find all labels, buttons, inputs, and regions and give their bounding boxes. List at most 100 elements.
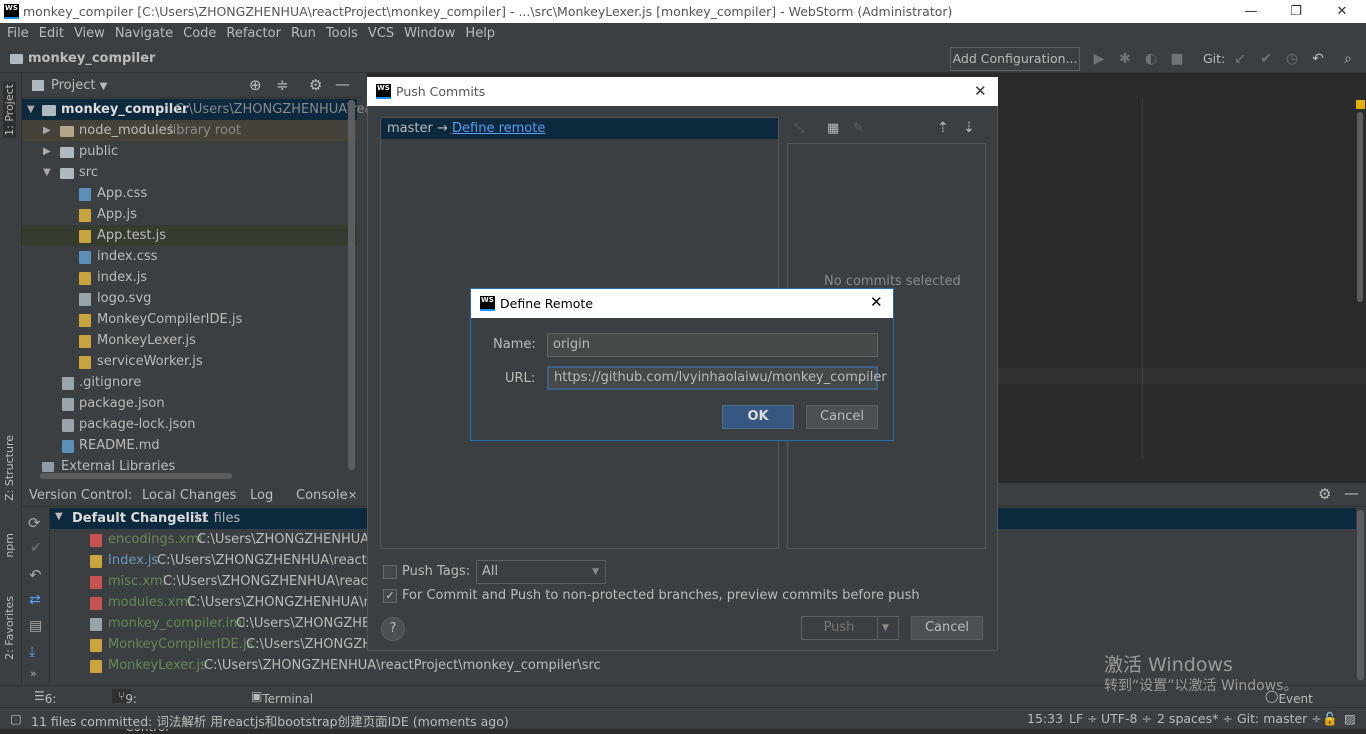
editor-area[interactable] (997, 98, 1366, 458)
tree-item[interactable]: logo.svg (22, 288, 357, 309)
menu-refactor[interactable]: Refactor (221, 23, 286, 41)
menu-navigate[interactable]: Navigate (110, 23, 178, 41)
menu-code[interactable]: Code (178, 23, 221, 41)
gear-icon[interactable]: ⚙ (309, 76, 322, 94)
debug-icon[interactable]: ✱ (1116, 50, 1134, 68)
line-separator[interactable]: LF ÷ (1069, 711, 1098, 726)
caret-position[interactable]: 15:33 (1027, 711, 1063, 726)
tree-root[interactable]: ▼ monkey_compiler C:\Users\ZHONGZHENHUA\… (22, 99, 373, 120)
menu-view[interactable]: View (69, 23, 110, 41)
project-scrollbar[interactable] (348, 100, 355, 470)
git-update-icon[interactable]: ↙ (1231, 50, 1249, 68)
more-icon[interactable]: » (30, 667, 37, 680)
refresh-icon[interactable]: ⟳ (28, 514, 41, 532)
tree-item[interactable]: package-lock.json (22, 414, 357, 435)
status-toggle-icon[interactable]: ▢ (10, 711, 22, 726)
file-encoding[interactable]: UTF-8 ÷ (1101, 711, 1152, 726)
remote-name-field[interactable]: origin (547, 333, 878, 357)
menu-edit[interactable]: Edit (34, 23, 69, 41)
search-icon[interactable]: ⌕ (1339, 50, 1357, 68)
stop-icon[interactable]: ■ (1168, 50, 1186, 68)
tree-item[interactable]: serviceWorker.js (22, 351, 357, 372)
list-item[interactable]: modules.xml C:\Users\ZHONGZHENHUA\rea (50, 592, 385, 613)
push-button[interactable]: Push ▼ (801, 616, 899, 640)
tab-version-control[interactable]: ⑂ 9: Version Control (112, 689, 169, 734)
chevron-down-icon[interactable]: ▼ (882, 617, 889, 639)
tree-item[interactable]: index.css (22, 246, 357, 267)
help-button[interactable]: ? (381, 617, 405, 641)
minimize-icon[interactable]: — (1236, 1, 1266, 22)
edit-icon[interactable]: ✎ (853, 121, 864, 136)
editor-scrollbar[interactable] (1357, 112, 1363, 302)
push-tags-select[interactable]: All ▼ (476, 560, 606, 584)
vcs-scrollbar[interactable] (1357, 510, 1364, 680)
changelist-icon[interactable]: ▤ (29, 618, 42, 634)
list-item[interactable]: MonkeyLexer.js C:\Users\ZHONGZHENHUA\reac… (50, 655, 601, 676)
tab-console[interactable]: Console (296, 488, 348, 503)
inspection-warning-icon[interactable] (1356, 100, 1365, 109)
tab-log[interactable]: Log (250, 488, 273, 503)
tree-item[interactable]: index.js (22, 267, 357, 288)
locate-icon[interactable]: ⊕ (249, 76, 262, 94)
add-configuration-button[interactable]: Add Configuration... (950, 47, 1080, 71)
shelve-icon[interactable]: ⤓ (29, 644, 35, 660)
tab-npm[interactable]: npm (3, 533, 16, 558)
menu-tools[interactable]: Tools (321, 23, 363, 41)
tree-item[interactable]: MonkeyCompilerIDE.js (22, 309, 357, 330)
tree-item[interactable]: App.test.js (22, 225, 357, 246)
indent-setting[interactable]: 2 spaces* ÷ (1157, 711, 1233, 726)
push-branch-row[interactable]: master → Define remote (381, 118, 778, 139)
tree-item[interactable]: ▶ node_modules library root (22, 120, 357, 141)
hide-icon[interactable]: — (335, 75, 350, 93)
push-tags-checkbox[interactable] (383, 565, 397, 579)
preview-commits-checkbox[interactable]: ✓ (383, 589, 397, 603)
tree-item[interactable]: .gitignore (22, 372, 357, 393)
tab-terminal[interactable]: ▣ Terminal (251, 689, 313, 706)
close-icon[interactable]: ✕ (870, 293, 883, 311)
close-console-icon[interactable]: ✕ (348, 489, 357, 502)
tree-item[interactable]: ▼ src (22, 162, 357, 183)
tab-todo[interactable]: ☰ 6: TODO (34, 689, 80, 720)
project-h-scrollbar[interactable] (40, 473, 232, 479)
tab-local-changes[interactable]: Local Changes (142, 488, 236, 503)
status-message[interactable]: 11 files committed: 词法解析 用reactjs和bootst… (31, 711, 509, 730)
menu-vcs[interactable]: VCS (363, 23, 399, 41)
coverage-icon[interactable]: ◐ (1142, 50, 1160, 68)
define-remote-cancel-button[interactable]: Cancel (806, 405, 878, 429)
lock-icon[interactable]: 🔓 (1322, 711, 1338, 727)
tab-favorites[interactable]: 2: Favorites (3, 596, 16, 660)
list-item[interactable]: misc.xml C:\Users\ZHONGZHENHUA\reactPr (50, 571, 386, 592)
git-branch[interactable]: Git: master ÷ (1237, 711, 1322, 726)
breadcrumb-project[interactable]: monkey_compiler (28, 51, 155, 66)
list-item[interactable]: Index.js C:\Users\ZHONGZHENHUA\reactPro (50, 550, 387, 571)
commit-icon[interactable]: ✔ (30, 540, 42, 556)
push-cancel-button[interactable]: Cancel (911, 616, 983, 640)
menu-help[interactable]: Help (460, 23, 500, 41)
collapse-all-icon[interactable]: ⇣ (963, 120, 975, 136)
tree-item[interactable]: MonkeyLexer.js (22, 330, 357, 351)
list-item[interactable]: encodings.xml C:\Users\ZHONGZHENHUA\re (50, 529, 387, 550)
tree-item[interactable]: README.md (22, 435, 357, 456)
rollback-icon[interactable]: ↶ (29, 566, 42, 584)
remote-url-field[interactable]: https://github.com/lvyinhaolaiwu/monkey_… (547, 366, 887, 390)
tree-item[interactable]: App.css (22, 183, 357, 204)
git-rollback-icon[interactable]: ↶ (1309, 50, 1327, 68)
tree-item[interactable]: App.js (22, 204, 357, 225)
memory-icon[interactable]: ▨ (1344, 711, 1356, 726)
hide-icon[interactable]: — (1344, 484, 1359, 502)
git-commit-icon[interactable]: ✔ (1257, 50, 1275, 68)
menu-run[interactable]: Run (286, 23, 321, 41)
group-icon[interactable]: ▦ (827, 121, 839, 136)
close-icon[interactable]: ✕ (974, 82, 987, 100)
menu-window[interactable]: Window (399, 23, 460, 41)
close-icon[interactable]: ✕ (1327, 1, 1357, 22)
diff-icon[interactable]: ⇄ (29, 592, 41, 608)
define-remote-link[interactable]: Define remote (452, 121, 545, 136)
restore-icon[interactable]: ❐ (1281, 1, 1311, 22)
menu-file[interactable]: File (0, 23, 34, 41)
collapse-all-icon[interactable]: ≑ (276, 76, 289, 94)
tab-project[interactable]: 1: Project (3, 82, 16, 138)
ok-button[interactable]: OK (722, 405, 794, 429)
project-view-dropdown[interactable]: Project ▼ (51, 78, 107, 93)
expand-all-icon[interactable]: ⇡ (937, 120, 949, 136)
